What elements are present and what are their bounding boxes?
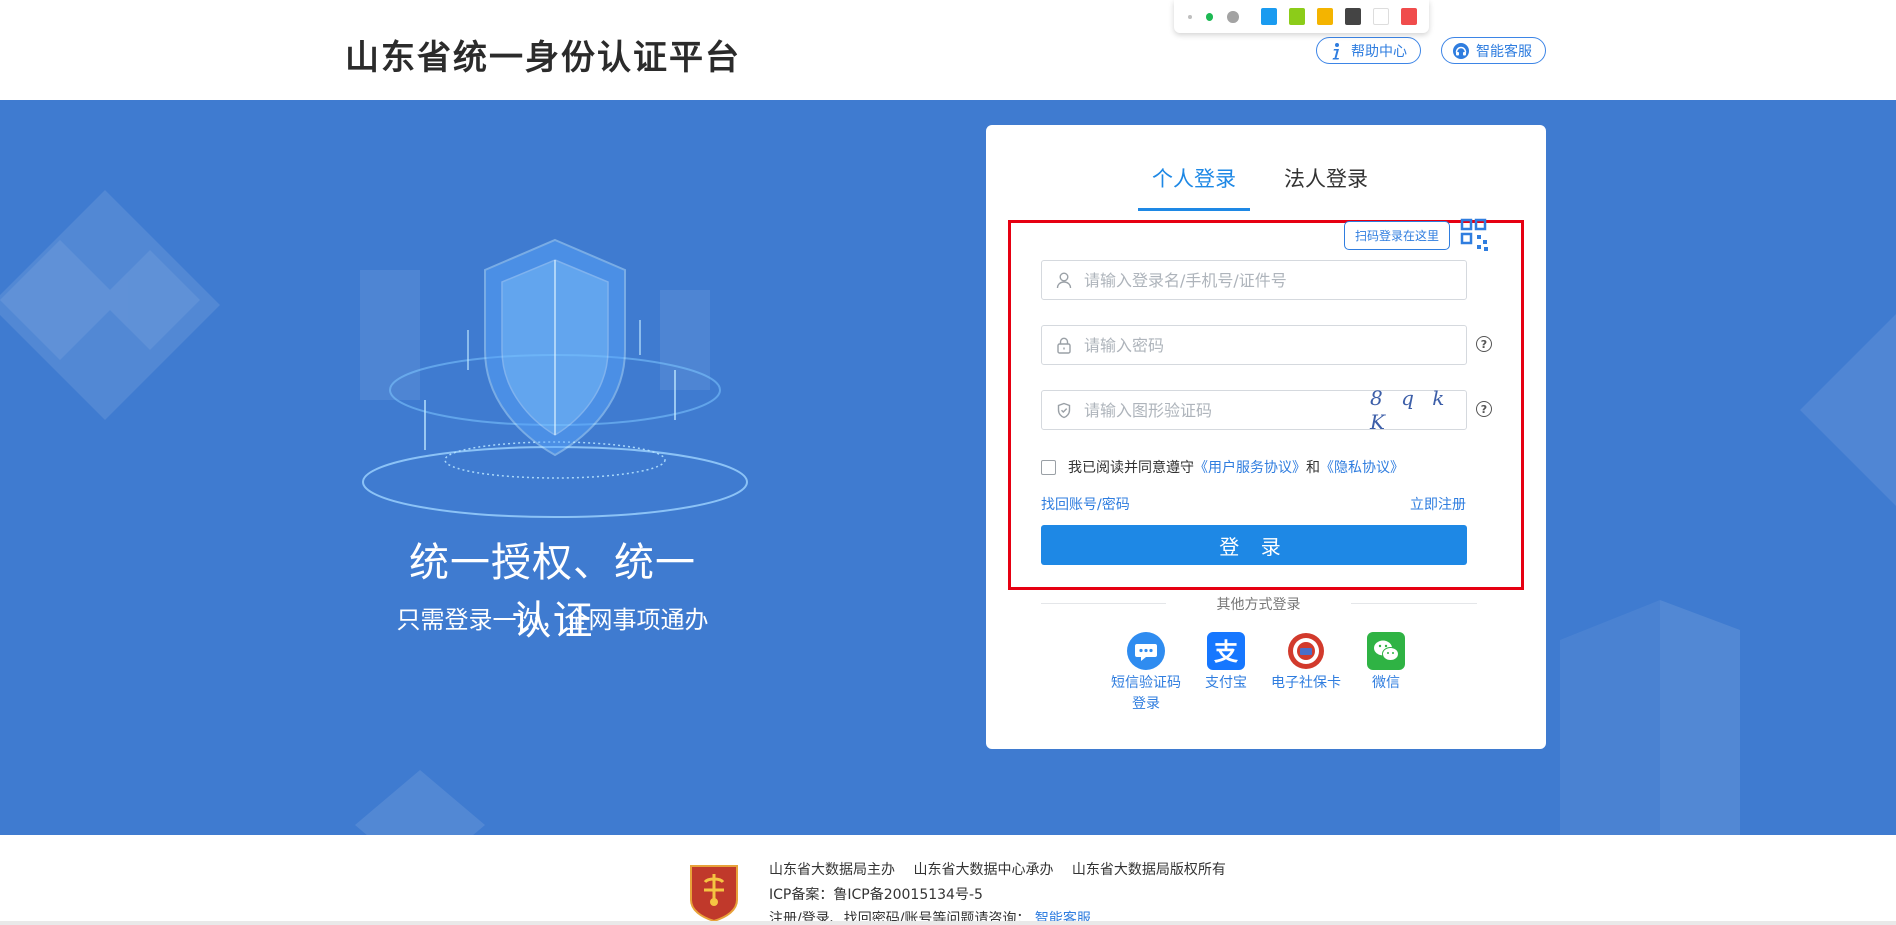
header: 山东省统一身份认证平台 帮助中心 智能客服 bbox=[0, 0, 1896, 100]
building-deco-right bbox=[1560, 600, 1740, 835]
alipay-icon: 支 bbox=[1207, 632, 1245, 670]
login-button[interactable]: 登 录 bbox=[1041, 525, 1467, 565]
shield-check-icon bbox=[1054, 400, 1074, 420]
login-card: 个人登录 法人登录 扫码登录在这里 ? bbox=[986, 125, 1546, 749]
info-icon bbox=[1327, 42, 1345, 60]
qr-code-icon[interactable] bbox=[1460, 218, 1490, 252]
diamond-pattern-right bbox=[1800, 314, 1896, 506]
login-tabs: 个人登录 法人登录 bbox=[986, 163, 1546, 211]
tab-personal-login[interactable]: 个人登录 bbox=[1138, 163, 1250, 211]
wechat-login-label: 微信 bbox=[1372, 675, 1400, 691]
divider-right bbox=[1351, 603, 1477, 604]
sms-login-label: 短信验证码 登录 bbox=[1111, 675, 1181, 712]
social-security-card-icon bbox=[1288, 633, 1324, 669]
social-security-card-label: 电子社保卡 bbox=[1271, 675, 1341, 691]
other-methods-label: 其他方式登录 bbox=[1216, 597, 1301, 613]
register-link[interactable]: 立即注册 bbox=[1410, 494, 1466, 514]
alipay-login-label: 支付宝 bbox=[1205, 675, 1247, 691]
wechat-icon bbox=[1367, 632, 1405, 670]
lock-icon bbox=[1054, 335, 1074, 355]
password-input[interactable] bbox=[1084, 327, 1466, 363]
bottom-scroll-bar bbox=[0, 921, 1896, 925]
color-swatch-white[interactable] bbox=[1372, 8, 1389, 25]
large-dot[interactable] bbox=[1227, 10, 1239, 23]
color-swatch-green[interactable] bbox=[1288, 8, 1305, 25]
footer-copyright: 山东省大数据局版权所有 bbox=[1071, 862, 1226, 878]
color-swatch-orange[interactable] bbox=[1316, 8, 1333, 25]
footer-organizer: 山东省大数据中心承办 bbox=[913, 862, 1054, 878]
captcha-input[interactable] bbox=[1084, 392, 1370, 428]
password-help-icon[interactable]: ? bbox=[1476, 336, 1492, 352]
help-center-button[interactable]: 帮助中心 bbox=[1316, 37, 1421, 64]
footer-sponsor: 山东省大数据局主办 bbox=[769, 862, 895, 878]
agreement-row: 我已阅读并同意遵守 《用户服务协议》 和 《隐私协议》 bbox=[1041, 455, 1404, 479]
user-icon bbox=[1054, 270, 1074, 290]
hero-banner: 统一授权、统一认证 只需登录一次，全网事项通办 bbox=[0, 100, 1896, 835]
sms-login-option[interactable]: 短信验证码 登录 bbox=[1104, 632, 1188, 715]
site-title: 山东省统一身份认证平台 bbox=[345, 38, 741, 78]
forgot-account-link[interactable]: 找回账号/密码 bbox=[1041, 494, 1130, 514]
small-dot[interactable] bbox=[1188, 14, 1192, 19]
captcha-field: 8 q k K bbox=[1041, 386, 1467, 434]
smart-service-label: 智能客服 bbox=[1476, 43, 1532, 60]
username-field bbox=[1041, 260, 1467, 300]
svg-text:支: 支 bbox=[1214, 638, 1239, 666]
footer-icp: ICP备案：鲁ICP备20015134号-5 bbox=[769, 887, 983, 903]
shield-illustration bbox=[360, 238, 748, 518]
privacy-agreement-link[interactable]: 《隐私协议》 bbox=[1320, 457, 1404, 477]
color-swatch-red[interactable] bbox=[1401, 8, 1418, 25]
color-swatch-dark[interactable] bbox=[1344, 8, 1361, 25]
footer-line-organizers: 山东省大数据局主办 山东省大数据中心承办 山东省大数据局版权所有 bbox=[769, 859, 1240, 879]
color-toolbar bbox=[1174, 0, 1429, 33]
alipay-login-option[interactable]: 支 支付宝 bbox=[1184, 632, 1268, 694]
qr-login-tip: 扫码登录在这里 bbox=[1344, 221, 1451, 250]
tab-legal-person-login[interactable]: 法人登录 bbox=[1276, 163, 1376, 211]
divider-left bbox=[1041, 603, 1166, 604]
diamond-deco-bottom bbox=[355, 770, 485, 835]
captcha-image[interactable]: 8 q k K bbox=[1370, 386, 1460, 434]
user-service-agreement-link[interactable]: 《用户服务协议》 bbox=[1194, 457, 1306, 477]
footer: 山东省大数据局主办 山东省大数据中心承办 山东省大数据局版权所有 ICP备案：鲁… bbox=[0, 835, 1896, 925]
smart-service-button[interactable]: 智能客服 bbox=[1441, 37, 1546, 64]
page: 山东省统一身份认证平台 帮助中心 智能客服 统一授权、统一认证 只需登录一次，全… bbox=[0, 0, 1896, 925]
diamond-pattern-left bbox=[0, 190, 220, 420]
captcha-help-icon[interactable]: ? bbox=[1476, 401, 1492, 417]
medium-dot[interactable] bbox=[1205, 12, 1214, 21]
customer-service-icon bbox=[1452, 42, 1470, 60]
government-badge-icon bbox=[690, 865, 738, 922]
agreement-and: 和 bbox=[1306, 460, 1320, 476]
agreement-checkbox[interactable] bbox=[1041, 459, 1056, 475]
help-center-label: 帮助中心 bbox=[1351, 43, 1407, 60]
password-field bbox=[1041, 325, 1467, 365]
agreement-prefix: 我已阅读并同意遵守 bbox=[1068, 460, 1194, 476]
username-input[interactable] bbox=[1084, 262, 1466, 298]
wechat-login-option[interactable]: 微信 bbox=[1344, 632, 1428, 694]
sms-icon bbox=[1127, 632, 1165, 670]
hero-subtitle: 只需登录一次，全网事项通办 bbox=[396, 606, 709, 634]
captcha-text: 8 q k K bbox=[1370, 386, 1451, 434]
social-security-card-login-option[interactable]: 电子社保卡 bbox=[1264, 632, 1348, 694]
color-swatch-blue[interactable] bbox=[1260, 8, 1277, 25]
